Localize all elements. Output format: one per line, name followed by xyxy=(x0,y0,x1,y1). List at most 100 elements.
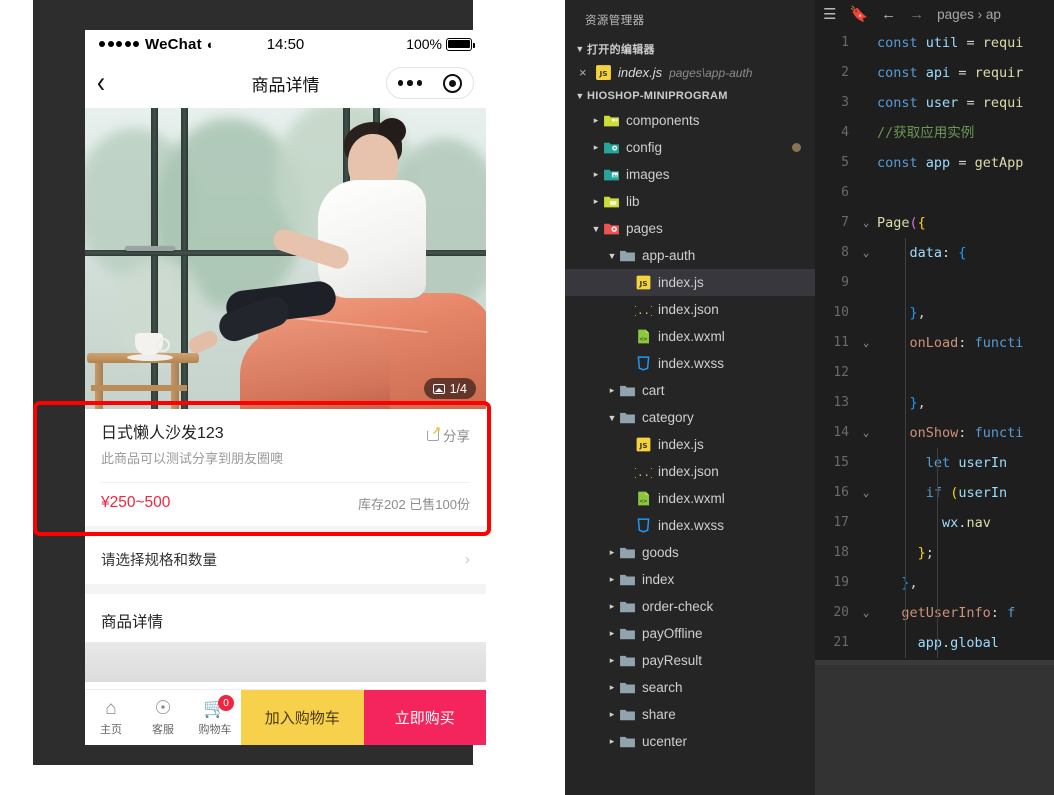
chevron-right-icon[interactable]: ▸ xyxy=(605,547,619,558)
chevron-right-icon[interactable]: ▸ xyxy=(605,736,619,747)
file-name: index.wxml xyxy=(658,491,725,506)
chevron-right-icon[interactable]: ▸ xyxy=(589,115,603,126)
fold-chevron-icon[interactable]: ⌄ xyxy=(855,238,877,268)
tree-folder-category[interactable]: ▼ category xyxy=(565,404,815,431)
close-icon[interactable]: × xyxy=(579,65,595,80)
share-button[interactable]: 分享 xyxy=(427,423,470,445)
code-line[interactable]: 5 const app = getApp xyxy=(815,148,1054,178)
tree-file-index-js[interactable]: JS index.js xyxy=(565,431,815,458)
code-line[interactable]: 18 }; xyxy=(815,538,1054,568)
tree-folder-payoffline[interactable]: ▸ payOffline xyxy=(565,620,815,647)
add-to-cart-button[interactable]: 加入购物车 xyxy=(241,690,364,745)
open-editor-item[interactable]: × JS index.js pages\app-auth xyxy=(565,60,815,85)
bottom-service-button[interactable]: ☉ 客服 xyxy=(137,690,189,745)
open-editors-section-header[interactable]: ▼ 打开的编辑器 xyxy=(565,38,815,60)
product-image-carousel[interactable]: 1/4 xyxy=(85,108,486,409)
breadcrumb-path[interactable]: pages › ap xyxy=(937,7,1001,22)
code-line[interactable]: 21 app.global xyxy=(815,628,1054,658)
code-line[interactable]: 15 let userIn xyxy=(815,448,1054,478)
panel-divider xyxy=(815,661,1054,665)
tree-folder-share[interactable]: ▸ share xyxy=(565,701,815,728)
code-line[interactable]: 7 ⌄ Page({ xyxy=(815,208,1054,238)
tree-file-index-wxml[interactable]: <> index.wxml xyxy=(565,485,815,512)
code-text: getUserInfo: f xyxy=(901,605,1016,621)
tree-folder-components[interactable]: ▸ components xyxy=(565,107,815,134)
code-line[interactable]: 17 wx.nav xyxy=(815,508,1054,538)
tree-folder-search[interactable]: ▸ search xyxy=(565,674,815,701)
line-number: 10 xyxy=(833,305,849,320)
code-line[interactable]: 8 ⌄ data: { xyxy=(815,238,1054,268)
tree-folder-payresult[interactable]: ▸ payResult xyxy=(565,647,815,674)
tree-file-index-wxss[interactable]: index.wxss xyxy=(565,350,815,377)
chevron-down-icon[interactable]: ▼ xyxy=(605,251,619,261)
chevron-down-icon[interactable]: ▼ xyxy=(605,413,619,423)
chevron-right-icon[interactable]: ▸ xyxy=(605,601,619,612)
arrow-right-icon[interactable]: → xyxy=(909,6,924,23)
chevron-right-icon[interactable]: ▸ xyxy=(589,169,603,180)
code-line[interactable]: 9 xyxy=(815,268,1054,298)
tree-folder-lib[interactable]: ▸ lib xyxy=(565,188,815,215)
tree-folder-app-auth[interactable]: ▼ app-auth xyxy=(565,242,815,269)
tree-folder-index[interactable]: ▸ index xyxy=(565,566,815,593)
tree-folder-ucenter[interactable]: ▸ ucenter xyxy=(565,728,815,755)
bottom-home-button[interactable]: ⌂ 主页 xyxy=(85,690,137,745)
tree-file-index-wxml[interactable]: <> index.wxml xyxy=(565,323,815,350)
buy-now-button[interactable]: 立即购买 xyxy=(363,690,486,745)
fold-chevron-icon[interactable]: ⌄ xyxy=(855,328,877,358)
code-line[interactable]: 16 ⌄ if (userIn xyxy=(815,478,1054,508)
chevron-down-icon[interactable]: ▼ xyxy=(589,224,603,234)
code-line[interactable]: 20 ⌄ getUserInfo: f xyxy=(815,598,1054,628)
code-line[interactable]: 10 }, xyxy=(815,298,1054,328)
code-line[interactable]: 2 const api = requir xyxy=(815,58,1054,88)
fold-chevron-icon[interactable]: ⌄ xyxy=(855,598,877,628)
code-line[interactable]: 6 xyxy=(815,178,1054,208)
code-line[interactable]: 12 xyxy=(815,358,1054,388)
tree-folder-order-check[interactable]: ▸ order-check xyxy=(565,593,815,620)
outline-list-icon[interactable]: ☰ xyxy=(823,5,836,23)
bottom-cart-button[interactable]: 🛒 0 购物车 xyxy=(189,690,241,745)
capsule-target-icon[interactable] xyxy=(443,73,463,93)
tree-file-index-js[interactable]: JS index.js xyxy=(565,269,815,296)
code-text: wx.nav xyxy=(942,515,991,531)
tree-file-index-wxss[interactable]: index.wxss xyxy=(565,512,815,539)
chevron-right-icon[interactable]: ▸ xyxy=(605,709,619,720)
code-line[interactable]: 19 }, xyxy=(815,568,1054,598)
chevron-right-icon[interactable]: ▸ xyxy=(605,682,619,693)
chevron-right-icon[interactable]: ▸ xyxy=(589,142,603,153)
tree-folder-pages[interactable]: ▼ pages xyxy=(565,215,815,242)
more-dots-icon[interactable] xyxy=(397,80,423,86)
chevron-right-icon[interactable]: ▸ xyxy=(605,385,619,396)
fold-chevron-icon[interactable]: ⌄ xyxy=(855,208,877,238)
code-line[interactable]: 4 //获取应用实例 xyxy=(815,118,1054,148)
chevron-right-icon[interactable]: ▸ xyxy=(589,196,603,207)
code-line[interactable]: 11 ⌄ onLoad: functi xyxy=(815,328,1054,358)
select-spec-row[interactable]: 请选择规格和数量 › xyxy=(85,535,486,584)
wechat-capsule-button[interactable] xyxy=(386,67,474,99)
project-section-header[interactable]: ▼ HIOSHOP-MINIPROGRAM xyxy=(565,85,815,107)
table-leg xyxy=(95,359,103,409)
tree-file-index-json[interactable]: {..} index.json xyxy=(565,458,815,485)
fold-chevron-icon[interactable]: ⌄ xyxy=(855,478,877,508)
code-content[interactable]: 1 const util = requi 2 const api = requir 3 c… xyxy=(815,28,1054,658)
line-number: 5 xyxy=(841,155,849,170)
code-line[interactable]: 3 const user = requi xyxy=(815,88,1054,118)
arrow-left-icon[interactable]: ← xyxy=(881,6,896,23)
tree-folder-cart[interactable]: ▸ cart xyxy=(565,377,815,404)
fold-chevron-icon[interactable]: ⌄ xyxy=(855,418,877,448)
code-text: //获取应用实例 xyxy=(877,125,975,141)
chevron-right-icon[interactable]: ▸ xyxy=(605,574,619,585)
code-line[interactable]: 1 const util = requi xyxy=(815,28,1054,58)
svg-text:{..}: {..} xyxy=(635,466,652,479)
folder-pages-icon xyxy=(603,220,620,237)
open-editor-filename: index.js xyxy=(618,65,663,80)
tree-folder-goods[interactable]: ▸ goods xyxy=(565,539,815,566)
chevron-right-icon[interactable]: ▸ xyxy=(605,655,619,666)
tree-folder-config[interactable]: ▸ config xyxy=(565,134,815,161)
fold-placeholder xyxy=(855,358,877,388)
tree-folder-images[interactable]: ▸ images xyxy=(565,161,815,188)
tree-file-index-json[interactable]: {..} index.json xyxy=(565,296,815,323)
bookmark-icon[interactable]: 🔖 xyxy=(849,5,868,23)
chevron-right-icon[interactable]: ▸ xyxy=(605,628,619,639)
code-line[interactable]: 13 }, xyxy=(815,388,1054,418)
code-line[interactable]: 14 ⌄ onShow: functi xyxy=(815,418,1054,448)
